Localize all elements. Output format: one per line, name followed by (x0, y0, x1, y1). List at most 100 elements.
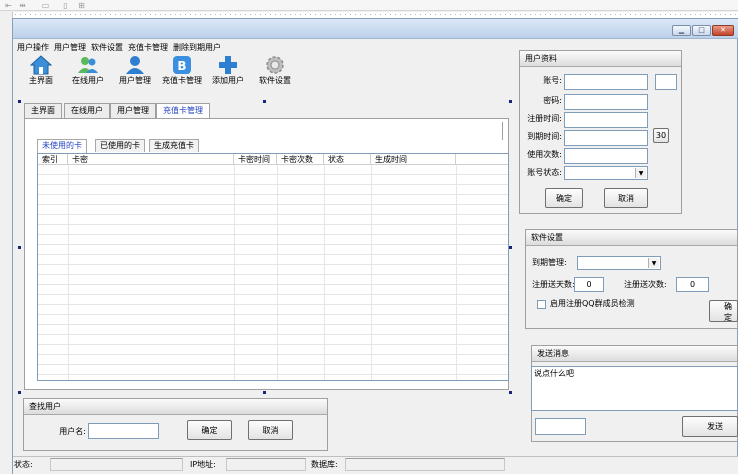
tab-unused-cards[interactable]: 未使用的卡 (37, 139, 87, 153)
tab-online-users[interactable]: 在线用户 (64, 103, 110, 118)
menu-software-settings[interactable]: 软件设置 (91, 42, 123, 53)
menu-user-mgmt[interactable]: 用户管理 (54, 42, 86, 53)
resize-handle-t[interactable] (263, 100, 266, 103)
find-user-cancel-button[interactable]: 取消 (248, 420, 293, 440)
menu-card-mgmt[interactable]: 充值卡管理 (128, 42, 168, 53)
col-separator (234, 165, 235, 380)
resize-handle-tl[interactable] (18, 100, 21, 103)
online-users-icon (78, 57, 98, 73)
col-separator (371, 165, 372, 380)
form-title-bar[interactable] (13, 19, 738, 39)
same-height-icon[interactable]: ▯ (60, 1, 71, 10)
message-target-input[interactable] (535, 418, 586, 435)
use-count-input[interactable] (564, 148, 648, 164)
home-icon (30, 55, 52, 75)
col-separator (68, 165, 69, 380)
col-card-time[interactable]: 卡密时间 (234, 154, 277, 165)
tab-generate-cards[interactable]: 生成充值卡 (149, 139, 199, 152)
toolbar-card-mgmt-button[interactable]: B 充值卡管理 (160, 55, 204, 91)
tab-home[interactable]: 主界面 (24, 103, 62, 118)
card-list[interactable] (37, 153, 509, 381)
menu-user-ops[interactable]: 用户操作 (17, 42, 49, 53)
close-button[interactable]: ✕ (712, 25, 734, 36)
toolbar-settings-button[interactable]: 软件设置 (253, 55, 297, 91)
account-label: 账号: (543, 76, 562, 85)
find-user-title: 查找用户 (24, 399, 327, 415)
align-center-icon[interactable]: ⇹ (17, 1, 28, 10)
chevron-down-icon[interactable]: ▼ (635, 168, 646, 178)
menu-delete-expired[interactable]: 删除到期用户 (173, 42, 221, 53)
align-left-icon[interactable]: ⇤ (3, 1, 14, 10)
gift-count-label: 注册送次数: (624, 280, 667, 289)
status-value (50, 458, 183, 471)
toolbar-home-button[interactable]: 主界面 (19, 55, 63, 91)
user-icon (126, 56, 144, 74)
send-button[interactable]: 发送 (682, 416, 738, 437)
user-info-title: 用户资料 (520, 51, 681, 67)
tab-card-mgmt[interactable]: 充值卡管理 (156, 103, 210, 119)
register-time-input[interactable] (564, 112, 648, 128)
settings-confirm-button[interactable]: 确定 (709, 300, 738, 322)
svg-text:B: B (177, 59, 186, 73)
resize-handle-br[interactable] (509, 391, 512, 394)
panel-divider (502, 122, 503, 140)
card-list-header: 索引 卡密 卡密时间 卡密次数 状态 生成时间 (38, 154, 508, 165)
use-count-label: 使用次数: (527, 150, 562, 159)
col-separator (456, 165, 457, 380)
minimize-button[interactable]: ▁ (672, 25, 691, 36)
ip-label: IP地址: (190, 460, 216, 469)
account-side-box[interactable] (655, 74, 677, 90)
gift-days-input[interactable] (574, 277, 604, 292)
message-textarea[interactable]: 说点什么吧 (531, 366, 738, 411)
gear-icon (266, 56, 284, 74)
send-message-title: 发送消息 (532, 346, 737, 362)
user-info-ok-button[interactable]: 确定 (545, 188, 583, 208)
expire-time-input[interactable] (564, 130, 648, 146)
expire-mgmt-select[interactable]: ▼ (577, 256, 661, 270)
col-separator (324, 165, 325, 380)
toolbar-online-users-button[interactable]: 在线用户 (66, 55, 110, 91)
register-time-label: 注册时间: (527, 114, 562, 123)
gift-count-input[interactable] (676, 277, 709, 292)
tab-user-mgmt[interactable]: 用户管理 (110, 103, 156, 118)
db-value (345, 458, 505, 471)
resize-handle-tr[interactable] (509, 100, 512, 103)
designer-toolbar (0, 0, 738, 11)
resize-handle-b[interactable] (263, 391, 266, 394)
gift-days-label: 注册送天数: (532, 280, 575, 289)
password-input[interactable] (564, 94, 648, 110)
account-status-select[interactable]: ▼ (564, 166, 648, 180)
resize-handle-r[interactable] (509, 246, 512, 249)
col-card-key[interactable]: 卡密 (68, 154, 234, 165)
toolbar-add-user-button[interactable]: 添加用户 (206, 55, 250, 91)
account-status-label: 账号状态: (527, 168, 562, 177)
expire-mgmt-label: 到期管理: (532, 258, 567, 267)
chevron-down-icon[interactable]: ▼ (648, 258, 659, 268)
username-input[interactable] (88, 423, 159, 439)
qq-check-checkbox[interactable] (537, 300, 546, 309)
grid-icon[interactable]: ⊞ (76, 1, 87, 10)
same-width-icon[interactable]: ▭ (40, 1, 51, 10)
add-icon (219, 56, 237, 74)
find-user-ok-button[interactable]: 确定 (187, 420, 232, 440)
menu-bar: 用户操作 用户管理 软件设置 充值卡管理 删除到期用户 (17, 42, 226, 53)
add-30-days-button[interactable]: 30 (653, 128, 669, 143)
maximize-button[interactable]: □ (692, 25, 711, 36)
db-label: 数据库: (311, 460, 338, 469)
resize-handle-bl[interactable] (18, 391, 21, 394)
ip-value (226, 458, 306, 471)
toolbar-user-mgmt-button[interactable]: 用户管理 (113, 55, 157, 91)
col-created-time[interactable]: 生成时间 (371, 154, 456, 165)
account-input[interactable] (564, 74, 648, 90)
user-info-cancel-button[interactable]: 取消 (604, 188, 648, 208)
col-separator (277, 165, 278, 380)
resize-handle-l[interactable] (18, 246, 21, 249)
password-label: 密码: (543, 96, 562, 105)
status-label: 状态: (14, 460, 33, 469)
tab-used-cards[interactable]: 已使用的卡 (95, 139, 145, 152)
username-label: 用户名: (59, 427, 86, 436)
col-card-count[interactable]: 卡密次数 (277, 154, 324, 165)
col-index[interactable]: 索引 (38, 154, 68, 165)
recharge-card-icon: B (173, 56, 191, 74)
col-status[interactable]: 状态 (324, 154, 371, 165)
